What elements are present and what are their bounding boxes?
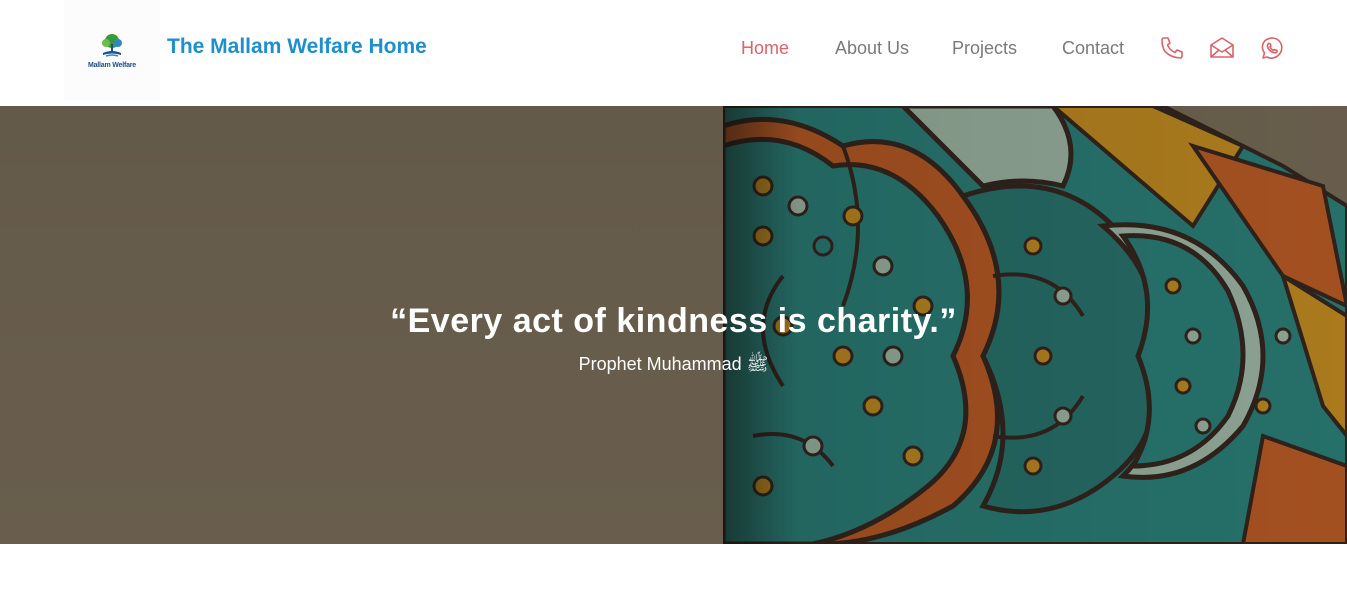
logo-text: Mallam Welfare bbox=[87, 61, 137, 69]
hero-banner: “Every act of kindness is charity.” Prop… bbox=[0, 106, 1347, 544]
hero-quote: “Every act of kindness is charity.” bbox=[390, 302, 957, 340]
quote-author: Prophet Muhammad ﷺ bbox=[578, 354, 769, 374]
nav-contact[interactable]: Contact bbox=[1062, 38, 1124, 59]
site-header: Mallam Welfare The Mallam Welfare Home H… bbox=[0, 0, 1347, 106]
site-title[interactable]: The Mallam Welfare Home bbox=[167, 35, 427, 59]
logo[interactable]: Mallam Welfare bbox=[64, 0, 160, 100]
mail-icon[interactable] bbox=[1209, 35, 1235, 61]
nav-projects[interactable]: Projects bbox=[952, 38, 1017, 59]
content-area bbox=[0, 544, 1347, 615]
nav-home[interactable]: Home bbox=[741, 38, 789, 59]
whatsapp-icon[interactable] bbox=[1259, 35, 1285, 61]
nav-about-us[interactable]: About Us bbox=[835, 38, 909, 59]
phone-icon[interactable] bbox=[1159, 35, 1185, 61]
tree-logo-icon bbox=[102, 33, 122, 57]
